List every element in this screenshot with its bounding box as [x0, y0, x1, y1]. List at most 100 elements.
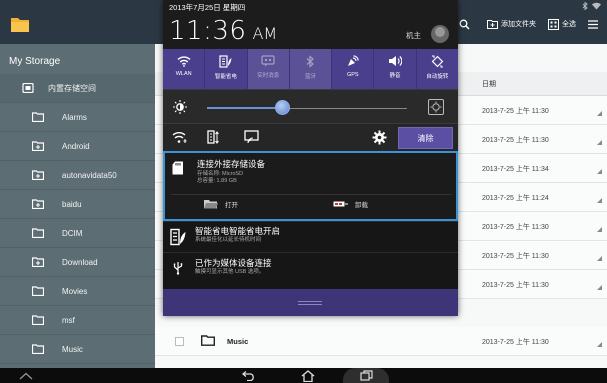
brightness-icon: [173, 100, 187, 114]
shade-utility-row: 清除: [163, 123, 458, 151]
notification-usb[interactable]: 已作为媒体设备连接 触摸可显示其他 USB 选项。: [163, 252, 458, 289]
search-icon[interactable]: [459, 19, 473, 30]
wifi-status-icon: [592, 2, 601, 10]
back-icon[interactable]: [240, 368, 258, 383]
usb-icon: [173, 262, 183, 275]
recent-apps-icon[interactable]: [343, 368, 389, 383]
sidebar-item-label: baidu: [62, 199, 82, 209]
open-label: 打开: [225, 202, 238, 209]
eject-sd-icon: [333, 201, 348, 207]
sidebar-item-label: Movies: [62, 286, 88, 296]
sidebar-item-baidu[interactable]: baidu: [0, 190, 155, 219]
notification-power-saver[interactable]: 智能省电智能省电开启 系统最佳化以延长待机时间: [163, 221, 458, 252]
sidebar-item-alarms[interactable]: Alarms: [0, 103, 155, 132]
select-all-icon: [548, 18, 559, 30]
hide-nav-icon[interactable]: [18, 368, 34, 383]
qs-auto-rotate-toggle[interactable]: 自动旋转: [417, 49, 458, 89]
screen-cast-icon[interactable]: [244, 130, 260, 144]
folder-icon: [32, 141, 44, 151]
sidebar-item-music[interactable]: Music: [0, 335, 155, 364]
sidebar-item-dcim[interactable]: DCIM: [0, 219, 155, 248]
row-checkbox[interactable]: [175, 337, 184, 346]
sidebar-title: My Storage: [9, 56, 61, 67]
sidebar-item-label: autonavidata50: [62, 170, 117, 180]
sidebar-item-label: Music: [62, 344, 83, 354]
qs-label: 静音: [389, 73, 401, 79]
notification-title: 连接外接存储设备: [197, 159, 266, 169]
qs-bluetooth-toggle[interactable]: 蓝牙: [289, 49, 333, 89]
clear-notifications-button[interactable]: 清除: [398, 127, 453, 149]
folder-icon: [32, 228, 44, 238]
file-name: Music: [227, 337, 249, 346]
folder-icon[interactable]: [10, 14, 30, 34]
qs-wlan-toggle[interactable]: WLAN: [163, 49, 206, 89]
home-icon[interactable]: [299, 368, 317, 383]
shade-drag-handle[interactable]: [163, 289, 458, 316]
mute-icon: [389, 56, 403, 66]
qs-power-saver-toggle[interactable]: 智能省电: [205, 49, 248, 89]
row-menu-icon[interactable]: [597, 227, 602, 232]
file-date: 2013-7-25 上午 11:30: [482, 108, 549, 115]
gps-icon: [348, 55, 360, 66]
brightness-fill: [207, 107, 283, 109]
row-menu-icon[interactable]: [597, 140, 602, 145]
file-row-music[interactable]: Music 2013-7-25 上午 11:30: [155, 327, 607, 356]
eject-label: 卸载: [355, 202, 368, 209]
qs-gps-toggle[interactable]: GPS: [332, 49, 375, 89]
sd-card-icon: [172, 161, 183, 175]
row-menu-icon[interactable]: [597, 342, 602, 347]
qs-instant-message-toggle[interactable]: 实时消息: [247, 49, 290, 89]
select-all-button[interactable]: 全选: [548, 18, 576, 30]
sidebar-item-movies[interactable]: Movies: [0, 277, 155, 306]
row-menu-icon[interactable]: [597, 198, 602, 203]
qs-label: 自动旋转: [426, 74, 449, 80]
open-folder-icon: [204, 200, 218, 209]
power-saver-icon: [219, 55, 232, 68]
folder-icon: [32, 112, 44, 122]
new-folder-icon: [487, 20, 498, 29]
shade-date: 2013年7月25日 星期四: [169, 3, 246, 12]
sidebar-item-label: msf: [62, 315, 75, 325]
status-icons: [581, 0, 601, 12]
avatar[interactable]: [431, 25, 449, 43]
storage-icon: [22, 83, 34, 93]
row-menu-icon[interactable]: [597, 169, 602, 174]
wifi-settings-icon[interactable]: [172, 130, 188, 144]
wifi-icon: [177, 56, 191, 67]
sidebar-item-internal-storage[interactable]: 内置存储空间: [0, 74, 155, 103]
gear-icon[interactable]: [372, 130, 387, 145]
folder-icon: [32, 257, 44, 267]
bluetooth-icon: [307, 55, 315, 68]
brightness-slider-handle[interactable]: [275, 100, 290, 115]
row-menu-icon[interactable]: [597, 256, 602, 261]
folder-icon: [32, 170, 44, 180]
sidebar-item-download[interactable]: Download: [0, 248, 155, 277]
sidebar-item-android[interactable]: Android: [0, 132, 155, 161]
auto-brightness-icon[interactable]: [428, 99, 444, 115]
qs-mute-toggle[interactable]: 静音: [374, 49, 417, 89]
notification-detail: 存储名称: MicroSD: [197, 171, 244, 177]
qs-label: 实时消息: [257, 73, 280, 79]
sidebar-item-autonavidata50[interactable]: autonavidata50: [0, 161, 155, 190]
owner-label: 机主: [406, 31, 421, 40]
divider: [171, 194, 452, 195]
eject-storage-button[interactable]: 卸载: [333, 199, 368, 209]
folder-icon: [201, 335, 215, 346]
sidebar-item-msf[interactable]: msf: [0, 306, 155, 335]
file-date: 2013-7-25 上午 11:24: [482, 195, 549, 202]
new-folder-button[interactable]: 添加文件夹: [487, 19, 536, 29]
row-menu-icon[interactable]: [597, 285, 602, 290]
power-saver-icon: [170, 228, 186, 246]
open-storage-button[interactable]: 打开: [203, 199, 238, 209]
quick-settings: WLAN 智能省电 实时消息 蓝牙 GPS 静音 自动旋转: [163, 49, 458, 89]
system-navigation-bar: [0, 368, 607, 383]
row-menu-icon[interactable]: [597, 111, 602, 116]
data-usage-icon[interactable]: [207, 130, 221, 145]
date-column-header[interactable]: 日期: [482, 79, 496, 89]
qs-label: 智能省电: [214, 74, 237, 80]
toolbar-actions: 添加文件夹 全选: [459, 14, 607, 34]
menu-icon[interactable]: [588, 19, 601, 29]
notification-detail: 系统最佳化以延长待机时间: [195, 237, 262, 243]
notification-storage[interactable]: 连接外接存储设备 存储名称: MicroSD 总容量: 1.89 GB 打开 卸…: [163, 151, 458, 221]
notification-title: 智能省电智能省电开启: [195, 226, 281, 236]
